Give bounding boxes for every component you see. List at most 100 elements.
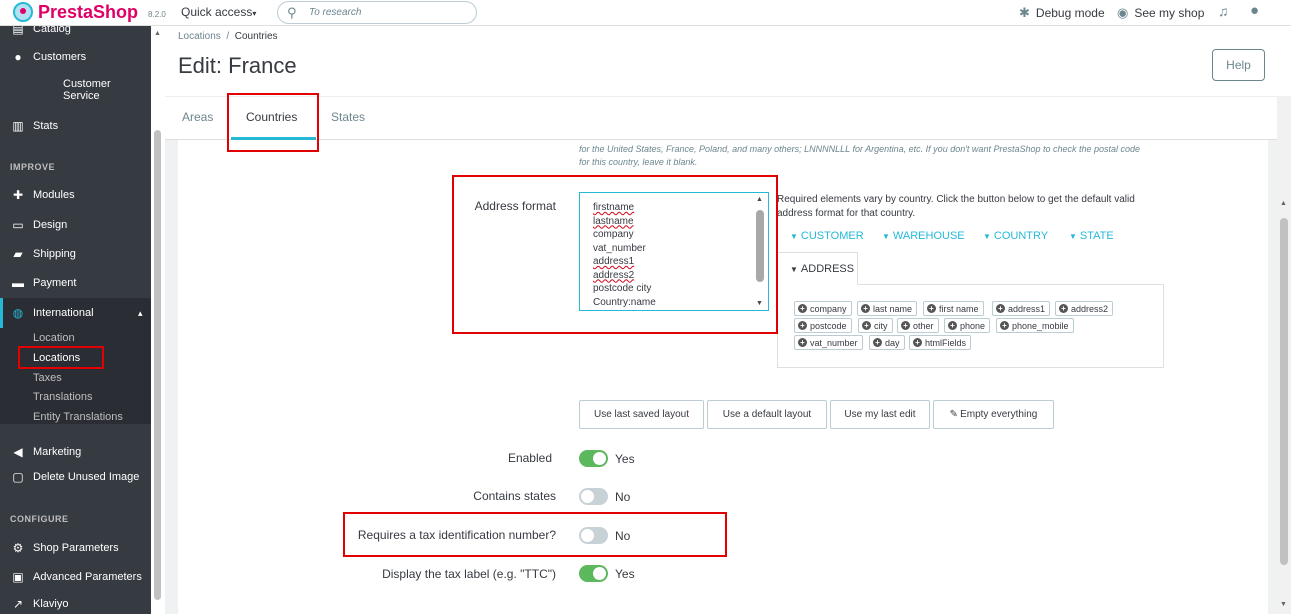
- sidebar-item-delete-unused-image[interactable]: ▢ Delete Unused Image: [0, 465, 151, 489]
- display-tax-label-label: Display the tax label (e.g. "TTC"): [382, 567, 556, 581]
- field-chip-address2[interactable]: + address2: [1055, 301, 1114, 316]
- caret-down-icon: ▼: [790, 265, 798, 274]
- sidebar-item-catalog[interactable]: ▤ Catalog: [0, 26, 151, 41]
- sidebar-sub-locations[interactable]: Locations: [33, 352, 80, 364]
- sidebar-item-customers[interactable]: ● Customers: [0, 45, 151, 69]
- sidebar-item-modules[interactable]: ✚ Modules: [0, 183, 151, 207]
- use-my-last-edit-button[interactable]: Use my last edit: [830, 400, 930, 429]
- field-chip-address1[interactable]: + address1: [992, 301, 1051, 316]
- pattern-tab-address[interactable]: ▼ ADDRESS: [777, 252, 858, 285]
- field-chip-phone[interactable]: + phone: [944, 318, 991, 333]
- sidebar-item-advanced-parameters[interactable]: ▣ Advanced Parameters: [0, 565, 151, 589]
- page-title: Edit: France: [178, 53, 297, 78]
- chip-label: city: [874, 320, 888, 331]
- field-chip-postcode[interactable]: + postcode: [794, 318, 852, 333]
- chevron-up-icon: ▴: [138, 307, 143, 318]
- field-chip-first-name[interactable]: + first name: [923, 301, 984, 316]
- format-line: postcode city: [593, 283, 652, 294]
- field-chip-other[interactable]: + other: [897, 318, 939, 333]
- search-input[interactable]: ⚲ To research: [277, 1, 477, 24]
- breadcrumb-locations[interactable]: Locations: [178, 31, 221, 42]
- address-format-textarea[interactable]: firstname lastname company vat_number ad…: [579, 192, 769, 311]
- eye-icon: ◉: [1117, 5, 1129, 20]
- sidebar-scrollbar[interactable]: ▲: [151, 26, 165, 614]
- zip-format-help: for the United States, France, Poland, a…: [579, 144, 1141, 167]
- scrollbar-thumb[interactable]: [756, 210, 764, 282]
- sidebar-item-shipping[interactable]: ▰ Shipping: [0, 242, 151, 266]
- display-tax-label-toggle[interactable]: [579, 565, 608, 582]
- empty-everything-button[interactable]: ✎ Empty everything: [933, 400, 1054, 429]
- top-bar: PrestaShop 8.2.0 Quick access▾ ⚲ To rese…: [0, 0, 1291, 26]
- field-chip-htmlfields[interactable]: + htmlFields: [909, 335, 972, 350]
- sidebar-label: Catalog: [33, 26, 71, 35]
- sidebar-sub-taxes[interactable]: Taxes: [33, 372, 62, 384]
- caret-down-icon: ▼: [882, 232, 890, 241]
- sidebar-sub-location[interactable]: Location: [33, 332, 75, 344]
- use-last-saved-layout-button[interactable]: Use last saved layout: [579, 400, 704, 429]
- tab-states[interactable]: States: [331, 110, 365, 124]
- field-chip-phone-mobile[interactable]: + phone_mobile: [996, 318, 1074, 333]
- sidebar-item-payment[interactable]: ▬ Payment: [0, 271, 151, 295]
- submenu-international: [0, 328, 151, 424]
- sidebar-item-klaviyo[interactable]: ↗ Klaviyo: [0, 592, 151, 614]
- field-chip-company[interactable]: + company: [794, 301, 852, 316]
- field-chip-day[interactable]: + day: [869, 335, 905, 350]
- tab-countries[interactable]: Countries: [246, 110, 297, 124]
- brand-name: PrestaShop: [38, 1, 139, 22]
- tab-areas[interactable]: Areas: [182, 110, 213, 124]
- sidebar-sub-entity-translations[interactable]: Entity Translations: [33, 411, 123, 423]
- debug-mode-link[interactable]: ✱ Debug mode: [1019, 5, 1105, 21]
- plus-icon: +: [798, 338, 807, 347]
- pattern-tab-state[interactable]: ▼ STATE: [1069, 230, 1114, 242]
- use-default-layout-button[interactable]: Use a default layout: [707, 400, 827, 429]
- contains-states-toggle[interactable]: [579, 488, 608, 505]
- caret-down-icon: ▼: [983, 232, 991, 241]
- field-chip-last-name[interactable]: + last name: [857, 301, 918, 316]
- address-format-label: Address format: [474, 199, 556, 213]
- sidebar-item-design[interactable]: ▭ Design: [0, 213, 151, 237]
- empty-everything-label: Empty everything: [960, 409, 1038, 420]
- see-my-shop-link[interactable]: ◉ See my shop: [1117, 5, 1204, 21]
- format-line: address1: [593, 256, 635, 267]
- sidebar-item-international[interactable]: ◍ International ▴: [0, 298, 151, 328]
- chip-label: other: [913, 320, 934, 331]
- pattern-tab-customer[interactable]: ▼ CUSTOMER: [790, 230, 864, 242]
- sidebar-item-customer-service[interactable]: Customer Service: [63, 78, 133, 102]
- puzzle-icon: ✚: [12, 188, 24, 202]
- logo[interactable]: PrestaShop 8.2.0: [13, 1, 166, 23]
- tax-id-required-label: Requires a tax identification number?: [357, 528, 556, 542]
- plus-icon: +: [996, 304, 1005, 313]
- breadcrumb-separator: /: [226, 31, 230, 42]
- pattern-tab-label: COUNTRY: [993, 230, 1049, 242]
- scroll-down-icon: ▼: [756, 300, 763, 307]
- page-header: Locations / Countries Edit: France Help: [165, 26, 1291, 96]
- tax-id-required-toggle[interactable]: [579, 527, 608, 544]
- pattern-tab-country[interactable]: ▼ COUNTRY: [983, 230, 1048, 242]
- sidebar-sub-translations[interactable]: Translations: [33, 391, 93, 403]
- sidebar-item-shop-parameters[interactable]: ⚙ Shop Parameters: [0, 536, 151, 560]
- chip-label: phone_mobile: [1012, 320, 1069, 331]
- sidebar-item-marketing[interactable]: ◀ Marketing: [0, 440, 151, 464]
- help-button[interactable]: Help: [1212, 49, 1265, 81]
- scrollbar-thumb[interactable]: [154, 130, 161, 600]
- scroll-down-icon: ▼: [1280, 601, 1287, 608]
- sidebar-item-stats[interactable]: ▥ Stats: [0, 114, 151, 138]
- enabled-toggle[interactable]: [579, 450, 608, 467]
- section-improve: IMPROVE: [10, 162, 56, 172]
- stats-icon: ▥: [12, 119, 24, 133]
- sidebar-label: Payment: [33, 277, 77, 289]
- sidebar-label: Stats: [33, 120, 59, 132]
- search-icon: ⚲: [287, 5, 297, 20]
- required-elements-help: Required elements vary by country. Click…: [777, 194, 1135, 219]
- format-line: lastname: [593, 215, 634, 227]
- bell-icon: ♫: [1218, 3, 1229, 19]
- quick-access-menu[interactable]: Quick access▾: [181, 5, 256, 19]
- notifications-button[interactable]: ♫: [1218, 3, 1235, 19]
- page-scrollbar[interactable]: ▲ ▼: [1277, 96, 1291, 614]
- textarea-scrollbar[interactable]: ▲ ▼: [753, 194, 768, 309]
- field-chip-vat-number[interactable]: + vat_number: [794, 335, 863, 350]
- scrollbar-thumb[interactable]: [1280, 218, 1288, 565]
- field-chip-city[interactable]: + city: [858, 318, 893, 333]
- employee-menu-button[interactable]: ●: [1250, 2, 1265, 19]
- pattern-tab-warehouse[interactable]: ▼ WAREHOUSE: [882, 230, 965, 242]
